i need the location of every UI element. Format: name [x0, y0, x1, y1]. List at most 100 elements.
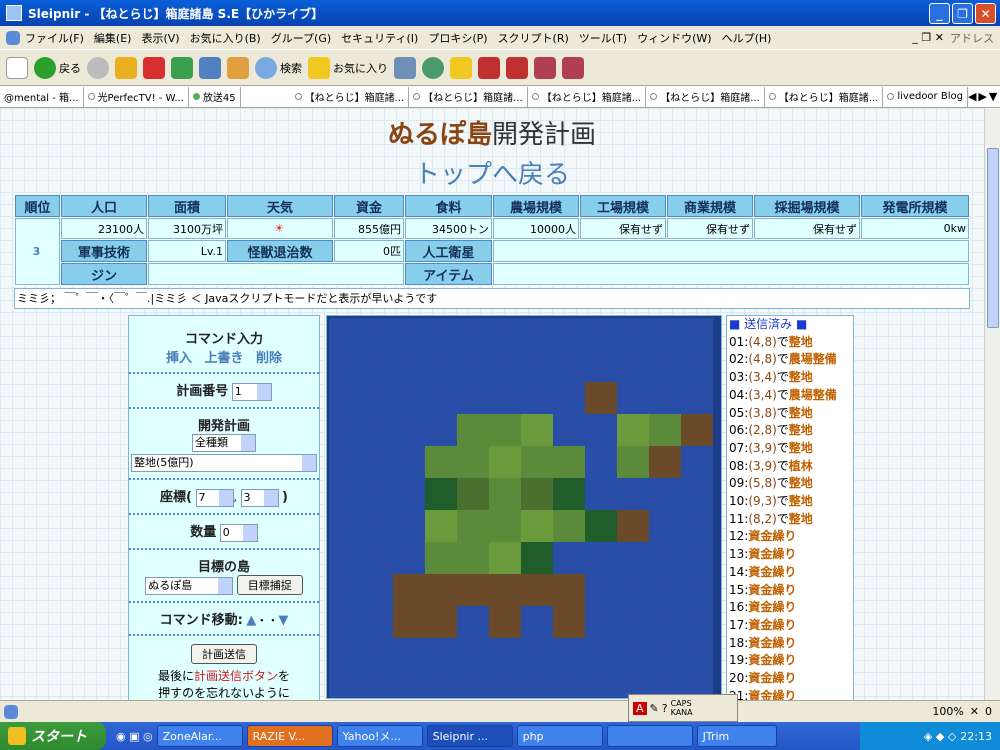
sea-tile[interactable] — [361, 542, 393, 574]
plain-tile[interactable] — [521, 446, 553, 478]
scroll-thumb[interactable] — [987, 148, 999, 328]
back-button[interactable]: 戻る — [34, 56, 81, 79]
home-icon[interactable] — [227, 56, 249, 79]
menu-window[interactable]: ウィンドウ(W) — [632, 30, 716, 46]
sea-tile[interactable] — [649, 638, 681, 670]
history-icon[interactable] — [422, 56, 444, 79]
sea-tile[interactable] — [361, 574, 393, 606]
plain-tile[interactable] — [521, 510, 553, 542]
sea-tile[interactable] — [521, 382, 553, 414]
tray-icons[interactable]: ◈ ◆ ◇ — [924, 730, 956, 743]
sea-tile[interactable] — [393, 478, 425, 510]
ime-help-icon[interactable]: ? — [662, 702, 668, 715]
sea-tile[interactable] — [361, 350, 393, 382]
sea-tile[interactable] — [585, 414, 617, 446]
sea-tile[interactable] — [649, 318, 681, 350]
ime-pad-icon[interactable]: ✎ — [650, 702, 659, 715]
sea-tile[interactable] — [393, 670, 425, 698]
sea-tile[interactable] — [681, 318, 713, 350]
sea-tile[interactable] — [361, 318, 393, 350]
menu-script[interactable]: スクリプト(R) — [493, 30, 574, 46]
ime-bar[interactable]: A ✎ ? CAPS KANA — [628, 694, 738, 722]
wasteland-tile[interactable] — [425, 606, 457, 638]
sea-tile[interactable] — [681, 574, 713, 606]
sea-tile[interactable] — [649, 510, 681, 542]
task-unnamed[interactable] — [606, 725, 693, 747]
forest-tile[interactable] — [553, 478, 585, 510]
sea-tile[interactable] — [585, 542, 617, 574]
sea-tile[interactable] — [489, 638, 521, 670]
sea-tile[interactable] — [329, 318, 361, 350]
sea-tile[interactable] — [553, 638, 585, 670]
sea-tile[interactable] — [617, 606, 649, 638]
sea-tile[interactable] — [649, 574, 681, 606]
move-up-icon[interactable]: ▲ — [246, 613, 256, 628]
plan-no-select[interactable]: 1 — [231, 383, 272, 401]
quicklaunch-icons[interactable]: ◉ ▣ ◎ — [116, 730, 153, 743]
tab-6[interactable]: 【ねとらじ】箱庭諸... — [646, 86, 765, 107]
task-sleipnir[interactable]: Sleipnir ... — [426, 725, 513, 747]
sea-tile[interactable] — [681, 382, 713, 414]
coord-x-select[interactable]: 7 — [195, 489, 234, 507]
mdi-controls[interactable]: _ ❐ ✕ — [912, 31, 944, 44]
tab-0[interactable]: @mental - 箱... — [0, 86, 84, 107]
add-favorite-icon[interactable] — [450, 56, 472, 79]
sea-tile[interactable] — [521, 318, 553, 350]
forest-tile[interactable] — [425, 478, 457, 510]
sea-tile[interactable] — [681, 350, 713, 382]
sea-tile[interactable] — [329, 510, 361, 542]
tab-5[interactable]: 【ねとらじ】箱庭諸... — [528, 86, 647, 107]
forest-tile[interactable] — [585, 510, 617, 542]
sea-tile[interactable] — [329, 446, 361, 478]
sea-tile[interactable] — [617, 318, 649, 350]
sea-tile[interactable] — [553, 542, 585, 574]
menu-proxy[interactable]: プロキシ(P) — [423, 30, 492, 46]
sea-tile[interactable] — [521, 350, 553, 382]
plain-tile[interactable] — [457, 542, 489, 574]
sea-tile[interactable] — [553, 382, 585, 414]
sea-tile[interactable] — [617, 478, 649, 510]
flag-icon[interactable] — [534, 56, 556, 79]
sea-tile[interactable] — [681, 606, 713, 638]
up-icon[interactable] — [115, 56, 137, 79]
delete-radio[interactable]: 削除 — [256, 351, 282, 366]
sea-tile[interactable] — [585, 446, 617, 478]
plain-tile[interactable] — [425, 446, 457, 478]
stop-icon[interactable] — [143, 56, 165, 79]
sea-tile[interactable] — [393, 542, 425, 574]
sea-tile[interactable] — [393, 414, 425, 446]
island-map[interactable] — [326, 315, 722, 699]
coord-y-select[interactable]: 3 — [240, 489, 279, 507]
task-jtrim[interactable]: JTrim — [696, 725, 777, 747]
sea-tile[interactable] — [457, 318, 489, 350]
sea-tile[interactable] — [425, 670, 457, 698]
sea-tile[interactable] — [361, 638, 393, 670]
sea-tile[interactable] — [393, 446, 425, 478]
plain-tile[interactable] — [617, 446, 649, 478]
menu-tools[interactable]: ツール(T) — [574, 30, 632, 46]
task-yahoo[interactable]: Yahoo!メ... — [336, 725, 423, 747]
sea-tile[interactable] — [393, 638, 425, 670]
sea-tile[interactable] — [681, 478, 713, 510]
wasteland-tile[interactable] — [489, 606, 521, 638]
wasteland-tile[interactable] — [553, 574, 585, 606]
tab-7[interactable]: 【ねとらじ】箱庭諸... — [765, 86, 884, 107]
sea-tile[interactable] — [425, 350, 457, 382]
sea-tile[interactable] — [393, 382, 425, 414]
sea-tile[interactable] — [649, 350, 681, 382]
refresh-all-icon[interactable] — [199, 56, 221, 79]
plain-tile[interactable] — [489, 510, 521, 542]
plain-tile[interactable] — [457, 414, 489, 446]
sea-tile[interactable] — [425, 414, 457, 446]
sea-tile[interactable] — [425, 318, 457, 350]
insert-radio[interactable]: 挿入 — [166, 351, 192, 366]
sea-tile[interactable] — [361, 414, 393, 446]
task-razie[interactable]: RAZIE V... — [246, 725, 333, 747]
plain-tile[interactable] — [489, 542, 521, 574]
plain-tile[interactable] — [521, 478, 553, 510]
wasteland-tile[interactable] — [425, 574, 457, 606]
plain-tile[interactable] — [457, 510, 489, 542]
sea-tile[interactable] — [649, 382, 681, 414]
sea-tile[interactable] — [489, 382, 521, 414]
sea-tile[interactable] — [361, 382, 393, 414]
